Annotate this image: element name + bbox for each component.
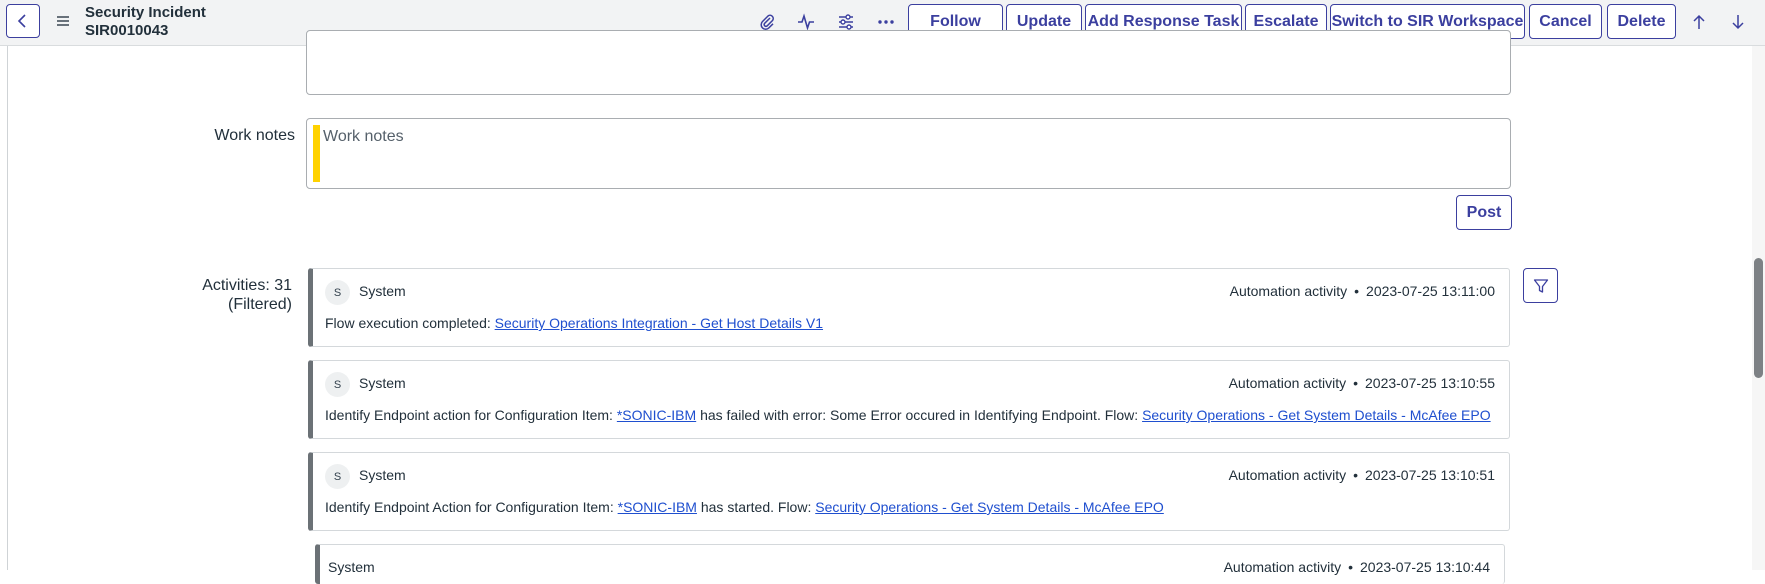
cancel-button[interactable]: Cancel bbox=[1529, 4, 1602, 39]
activity-timestamp: 2023-07-25 13:10:44 bbox=[1360, 559, 1490, 575]
additional-comments-field[interactable] bbox=[306, 30, 1511, 95]
flow-link[interactable]: Security Operations - Get System Details… bbox=[1142, 407, 1491, 423]
activity-filter-button[interactable] bbox=[1523, 268, 1558, 303]
activity-timestamp: 2023-07-25 13:10:51 bbox=[1365, 467, 1495, 483]
activity-meta: Automation activity • 2023-07-25 13:10:44 bbox=[1224, 559, 1490, 575]
activity-type: Automation activity bbox=[1228, 467, 1347, 483]
activity-meta: Automation activity • 2023-07-25 13:10:55 bbox=[1229, 375, 1495, 391]
back-button[interactable] bbox=[6, 4, 40, 38]
page-left-border bbox=[7, 46, 8, 570]
activity-entry: System Automation activity • 2023-07-25 13… bbox=[315, 544, 1505, 584]
more-options-icon bbox=[878, 20, 894, 24]
activity-bullet: • bbox=[1353, 467, 1358, 483]
activity-text-part: has failed with error: Some Error occure… bbox=[696, 407, 1143, 423]
chevron-left-icon bbox=[17, 14, 26, 28]
flow-link[interactable]: Security Operations Integration - Get Ho… bbox=[495, 315, 823, 331]
filter-icon bbox=[1533, 278, 1548, 293]
activity-timestamp: 2023-07-25 13:11:00 bbox=[1366, 283, 1495, 299]
activity-entry: S System Automation activity • 2023-07-25 … bbox=[308, 360, 1510, 439]
work-notes-label: Work notes bbox=[214, 127, 295, 144]
activity-type: Automation activity bbox=[1228, 375, 1347, 391]
activity-pulse-icon bbox=[798, 13, 814, 31]
arrow-down-icon bbox=[1732, 15, 1744, 30]
activity-entry: S System Automation activity • 2023-07-25 … bbox=[308, 268, 1510, 347]
avatar: S bbox=[325, 372, 350, 397]
hamburger-menu-icon bbox=[57, 16, 69, 26]
activity-text-part: Identify Endpoint action for Configurati… bbox=[325, 407, 617, 423]
record-title: Security Incident SIR0010043 bbox=[85, 4, 206, 40]
activity-author: System bbox=[359, 283, 406, 299]
activity-text-part: Identify Endpoint Action for Configurati… bbox=[325, 499, 618, 515]
activities-label: Activities: 31 (Filtered) bbox=[150, 276, 292, 314]
activity-timestamp: 2023-07-25 13:10:55 bbox=[1365, 375, 1495, 391]
flow-link[interactable]: Security Operations - Get System Details… bbox=[815, 499, 1164, 515]
avatar: S bbox=[325, 464, 350, 489]
configuration-item-link[interactable]: *SONIC-IBM bbox=[617, 407, 696, 423]
mandatory-indicator bbox=[313, 125, 320, 182]
paperclip-icon bbox=[760, 14, 774, 30]
activity-text-part: Flow execution completed: bbox=[325, 315, 495, 331]
activity-bullet: • bbox=[1353, 375, 1358, 391]
activity-type: Automation activity bbox=[1229, 283, 1348, 299]
activities-count: Activities: 31 bbox=[202, 277, 292, 294]
activity-author: System bbox=[359, 375, 406, 391]
activity-author: System bbox=[359, 467, 406, 483]
activity-meta: Automation activity • 2023-07-25 13:11:00 bbox=[1230, 283, 1495, 299]
activity-meta: Automation activity • 2023-07-25 13:10:51 bbox=[1229, 467, 1495, 483]
activity-text: Flow execution completed: Security Opera… bbox=[325, 315, 823, 331]
work-notes-placeholder: Work notes bbox=[323, 128, 404, 145]
previous-record-button[interactable] bbox=[1686, 9, 1712, 35]
activity-author: System bbox=[328, 559, 375, 575]
configuration-item-link[interactable]: *SONIC-IBM bbox=[618, 499, 697, 515]
activity-text: Identify Endpoint Action for Configurati… bbox=[325, 499, 1164, 515]
activity-type: Automation activity bbox=[1223, 559, 1342, 575]
activity-text-part: has started. Flow: bbox=[696, 499, 816, 515]
next-record-button[interactable] bbox=[1725, 9, 1751, 35]
activity-bullet: • bbox=[1348, 559, 1353, 575]
record-number: SIR0010043 bbox=[85, 22, 169, 39]
scrollbar-thumb[interactable] bbox=[1754, 258, 1763, 378]
form-context-menu-button[interactable] bbox=[52, 10, 74, 32]
work-notes-field[interactable]: Work notes bbox=[306, 118, 1511, 189]
post-button[interactable]: Post bbox=[1456, 195, 1512, 230]
arrow-up-icon bbox=[1693, 14, 1705, 29]
activity-entry: S System Automation activity • 2023-07-25 … bbox=[308, 452, 1510, 531]
record-type: Security Incident bbox=[85, 4, 206, 21]
avatar: S bbox=[325, 280, 350, 305]
activity-text: Identify Endpoint action for Configurati… bbox=[325, 407, 1491, 423]
activity-bullet: • bbox=[1354, 283, 1360, 299]
activities-filter-status: (Filtered) bbox=[227, 296, 292, 313]
delete-button[interactable]: Delete bbox=[1607, 4, 1676, 39]
sliders-icon bbox=[839, 14, 853, 30]
